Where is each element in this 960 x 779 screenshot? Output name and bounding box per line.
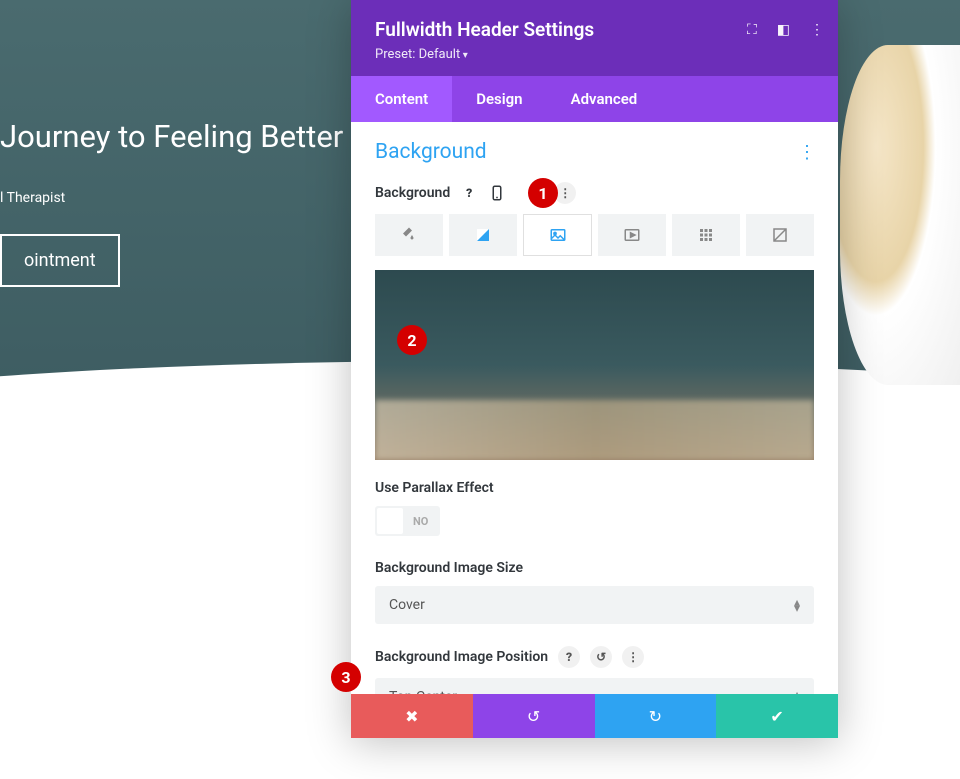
background-label: Background	[375, 185, 450, 201]
preset-dropdown[interactable]: Preset: Default	[375, 47, 814, 62]
bg-type-pattern[interactable]	[672, 214, 740, 256]
bg-position-select[interactable]: Top Center ▴▾	[375, 678, 814, 694]
help-icon[interactable]: ?	[460, 184, 478, 202]
bg-position-label: Background Image Position	[375, 649, 548, 665]
parallax-toggle[interactable]: NO	[375, 506, 440, 536]
bg-position-label-row: Background Image Position ? ↺ ⋮	[375, 646, 814, 668]
expand-icon[interactable]: ⛶	[747, 22, 757, 38]
parallax-label: Use Parallax Effect	[375, 480, 814, 496]
undo-button[interactable]: ↺	[473, 694, 595, 738]
bg-size-select[interactable]: Cover ▴▾	[375, 586, 814, 624]
settings-modal: Fullwidth Header Settings Preset: Defaul…	[351, 0, 838, 738]
modal-footer: ✖ ↺ ↻ ✔	[351, 694, 838, 738]
toggle-value: NO	[403, 515, 438, 528]
annotation-1: 1	[528, 178, 558, 208]
hero-title: Journey to Feeling Better	[0, 118, 343, 155]
redo-button[interactable]: ↻	[595, 694, 717, 738]
bg-type-image[interactable]	[523, 214, 593, 256]
panel: Background ⋮ Background ? ⋮	[351, 122, 838, 694]
bg-type-tabs	[375, 214, 814, 256]
bg-image-preview[interactable]	[375, 270, 814, 460]
tab-content[interactable]: Content	[351, 76, 452, 122]
help-icon[interactable]: ?	[558, 646, 580, 668]
menu-icon[interactable]: ⋮	[810, 22, 824, 38]
annotation-2: 2	[397, 325, 427, 355]
hero-content: Journey to Feeling Better l Therapist oi…	[0, 118, 343, 287]
toggle-knob	[377, 508, 403, 534]
save-button[interactable]: ✔	[716, 694, 838, 738]
bg-type-color[interactable]	[375, 214, 443, 256]
bg-type-mask[interactable]	[746, 214, 814, 256]
annotation-3: 3	[331, 662, 361, 692]
tab-design[interactable]: Design	[452, 76, 546, 122]
hero-cta-button[interactable]: ointment	[0, 234, 120, 287]
reset-icon[interactable]: ↺	[590, 646, 612, 668]
bg-type-video[interactable]	[598, 214, 666, 256]
section-menu-icon[interactable]: ⋮	[798, 142, 814, 163]
hero-image	[840, 45, 960, 385]
tab-advanced[interactable]: Advanced	[547, 76, 662, 122]
section-title[interactable]: Background	[375, 140, 487, 164]
field-menu-icon[interactable]: ⋮	[622, 646, 644, 668]
responsive-icon[interactable]	[488, 184, 506, 202]
tabs: Content Design Advanced	[351, 76, 838, 122]
cancel-button[interactable]: ✖	[351, 694, 473, 738]
snap-icon[interactable]: ◧	[777, 22, 790, 38]
bg-size-label: Background Image Size	[375, 560, 814, 576]
bg-size-value: Cover	[389, 597, 425, 613]
select-arrows-icon: ▴▾	[794, 599, 800, 611]
hero-subtitle: l Therapist	[0, 190, 343, 206]
bg-type-gradient[interactable]	[449, 214, 517, 256]
modal-header: Fullwidth Header Settings Preset: Defaul…	[351, 0, 838, 76]
background-label-row: Background ? ⋮	[375, 182, 814, 204]
